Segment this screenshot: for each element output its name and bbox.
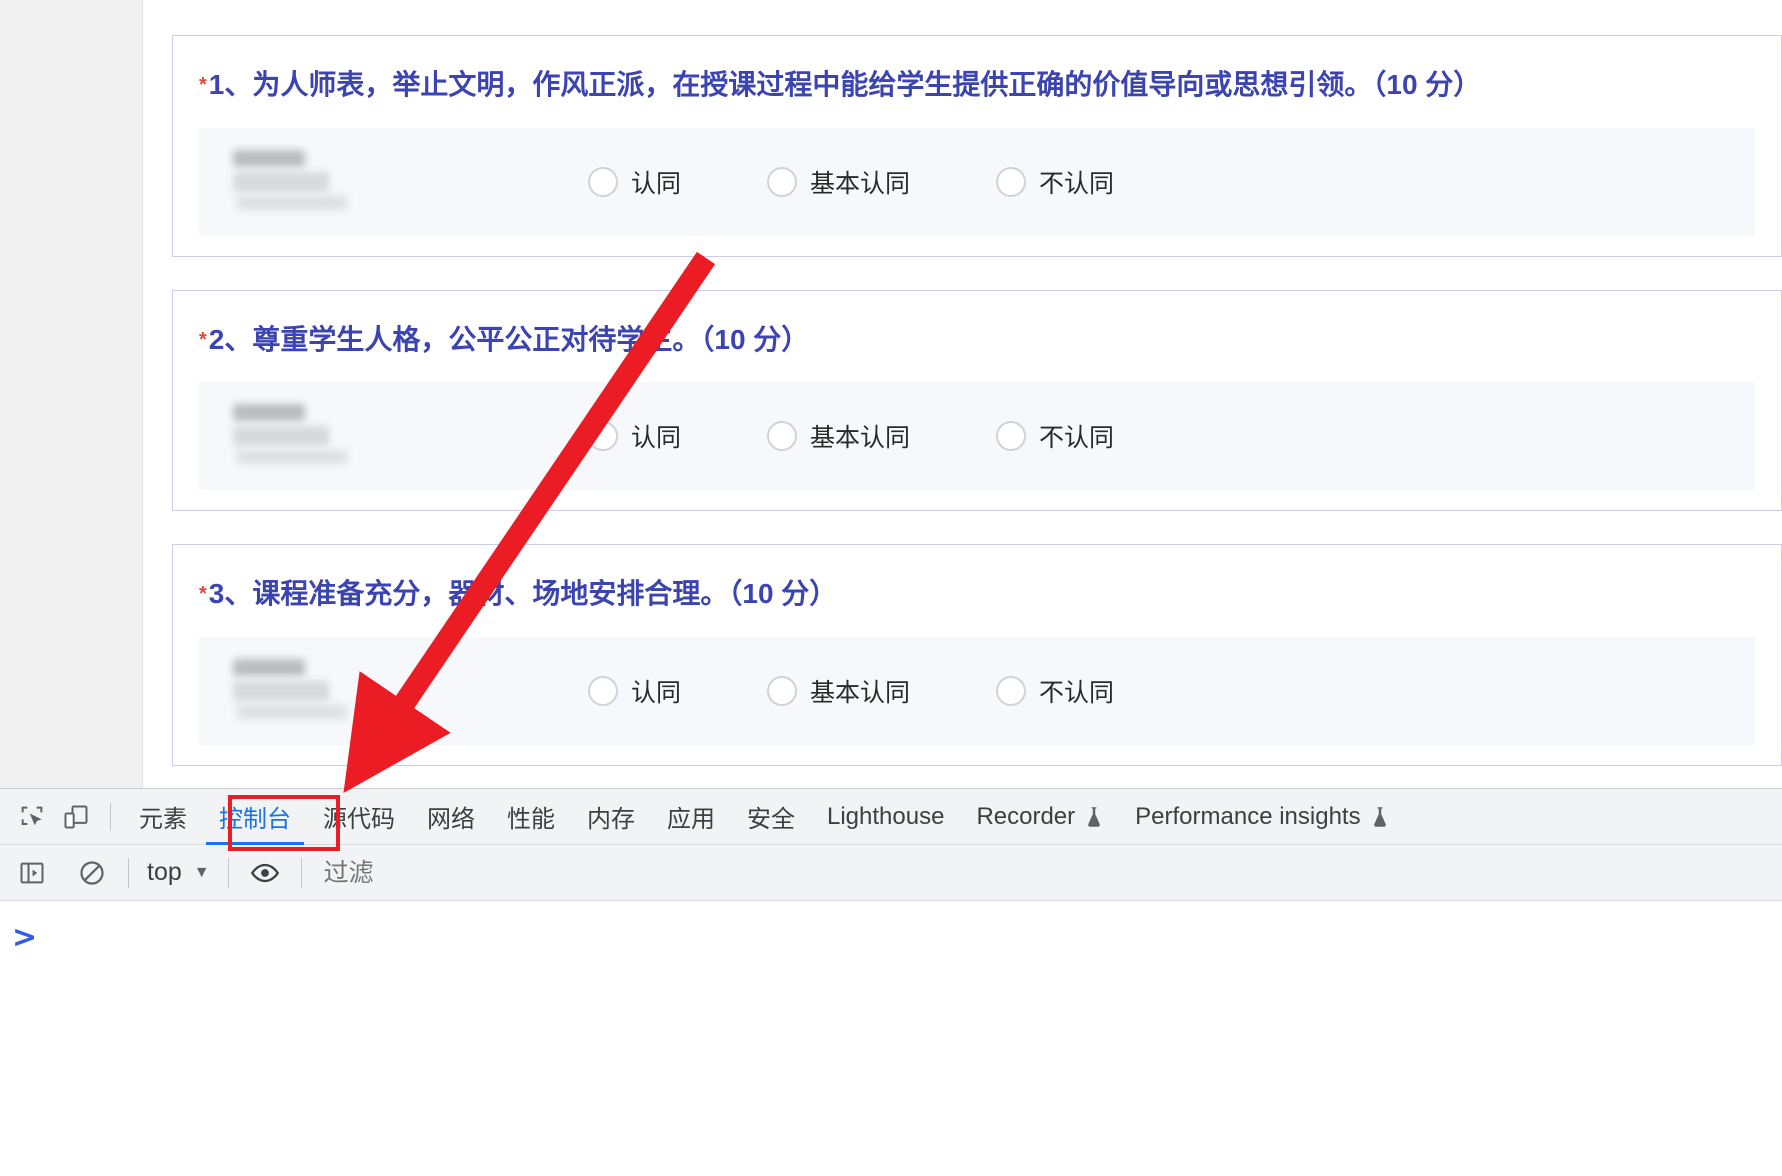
clear-console-icon[interactable] [70,851,114,895]
question-card: *1、为人师表，举止文明，作风正派，在授课过程中能给学生提供正确的价值导向或思想… [172,35,1782,257]
experiment-flask-icon [1085,806,1103,828]
question-text: 3、课程准备充分，器材、场地安排合理。（10 分） [208,578,838,610]
radio-option-agree[interactable]: 认同 [588,164,681,200]
radio-circle-icon[interactable] [996,421,1027,452]
console-sidebar-icon[interactable] [10,851,54,895]
radio-option-mostly-agree[interactable]: 基本认同 [767,164,910,200]
radio-circle-icon[interactable] [996,166,1027,197]
tab-label: Performance insights [1135,802,1361,830]
console-output-area[interactable]: > [0,901,1782,1175]
question-text: 1、为人师表，举止文明，作风正派，在授课过程中能给学生提供正确的价值导向或思想引… [208,69,1482,100]
question-title: *1、为人师表，举止文明，作风正派，在授课过程中能给学生提供正确的价值导向或思想… [173,36,1781,102]
screenshot-root: *1、为人师表，举止文明，作风正派，在授课过程中能给学生提供正确的价值导向或思想… [0,0,1782,1176]
respondent-name-redacted [227,146,372,218]
tab-security[interactable]: 安全 [731,789,811,845]
radio-option-mostly-agree[interactable]: 基本认同 [767,673,910,709]
radio-option-disagree[interactable]: 不认同 [996,673,1114,709]
radio-option-label: 基本认同 [810,423,911,453]
question-title: *3、课程准备充分，器材、场地安排合理。（10 分） [173,545,1781,611]
question-answer-row: 认同 基本认同 不认同 [199,636,1755,745]
radio-circle-icon[interactable] [588,166,618,197]
radio-option-label: 认同 [631,423,682,453]
chevron-right-icon: > [12,920,38,955]
device-toolbar-icon[interactable] [54,795,98,839]
console-prompt[interactable]: > [12,923,37,953]
radio-circle-icon[interactable] [767,421,798,452]
live-expression-icon[interactable] [243,851,287,895]
required-asterisk: * [199,328,207,351]
radio-circle-icon[interactable] [767,166,798,197]
radio-circle-icon[interactable] [588,675,618,706]
question-card: *2、尊重学生人格，公平公正对待学生。（10 分） 认同 基本认同 不认同 [172,289,1782,512]
radio-circle-icon[interactable] [588,421,618,452]
toolbar-divider [300,857,302,888]
respondent-name-redacted [227,400,372,472]
option-group: 认同 基本认同 不认同 [588,418,1200,454]
radio-option-label: 基本认同 [810,677,911,707]
tab-label: Lighthouse [827,802,945,830]
console-toolbar: top ▼ [0,845,1782,901]
option-group: 认同 基本认同 不认同 [588,673,1200,709]
toolbar-divider [128,857,129,888]
required-asterisk: * [199,583,207,606]
chevron-down-icon: ▼ [193,863,210,881]
radio-option-label: 不认同 [1039,677,1115,707]
execution-context-selector[interactable]: top ▼ [143,858,214,887]
tab-application[interactable]: 应用 [651,789,731,845]
question-answer-row: 认同 基本认同 不认同 [199,382,1755,491]
option-group: 认同 基本认同 不认同 [588,164,1200,200]
radio-option-label: 认同 [631,677,682,707]
radio-circle-icon[interactable] [996,675,1027,706]
radio-option-label: 不认同 [1039,423,1115,453]
experiment-flask-icon [1371,806,1389,828]
console-filter-input[interactable] [315,858,736,887]
toolbar-divider [110,802,111,831]
tab-performance[interactable]: 性能 [491,789,571,845]
tab-recorder[interactable]: Recorder [960,789,1119,845]
tab-elements[interactable]: 元素 [123,789,203,845]
question-text: 2、尊重学生人格，公平公正对待学生。（10 分） [208,323,810,355]
tab-memory[interactable]: 内存 [571,789,651,845]
toolbar-divider [227,857,229,888]
tab-network[interactable]: 网络 [411,789,491,845]
radio-option-label: 认同 [631,168,682,198]
execution-context-value: top [147,858,182,886]
page-left-gutter [0,0,143,788]
respondent-name-redacted [227,655,372,727]
radio-circle-icon[interactable] [767,675,798,706]
radio-option-agree[interactable]: 认同 [588,673,681,709]
radio-option-mostly-agree[interactable]: 基本认同 [767,418,910,454]
tab-lighthouse[interactable]: Lighthouse [811,789,960,845]
annotation-highlight-box [228,795,340,851]
question-card: *3、课程准备充分，器材、场地安排合理。（10 分） 认同 基本认同 不认同 [172,544,1782,766]
radio-option-label: 不认同 [1039,168,1115,198]
radio-option-label: 基本认同 [810,168,911,198]
question-title: *2、尊重学生人格，公平公正对待学生。（10 分） [173,291,1781,357]
survey-form: *1、为人师表，举止文明，作风正派，在授课过程中能给学生提供正确的价值导向或思想… [144,0,1782,788]
radio-option-disagree[interactable]: 不认同 [996,164,1114,200]
question-answer-row: 认同 基本认同 不认同 [199,127,1755,236]
required-asterisk: * [199,74,207,96]
tab-performance-insights[interactable]: Performance insights [1119,789,1404,845]
tab-label: Recorder [976,802,1076,830]
radio-option-disagree[interactable]: 不认同 [996,418,1114,454]
radio-option-agree[interactable]: 认同 [588,418,681,454]
inspect-element-icon[interactable] [10,795,54,839]
web-page-viewport: *1、为人师表，举止文明，作风正派，在授课过程中能给学生提供正确的价值导向或思想… [0,0,1782,788]
